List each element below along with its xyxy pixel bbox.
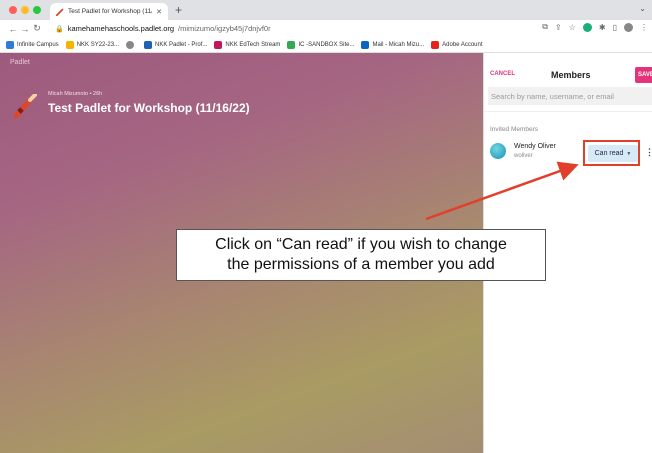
callout-line-2: the permissions of a member you add (227, 256, 495, 273)
callout-line-1: Click on “Can read” if you wish to chang… (215, 236, 507, 253)
annotation-callout: Click on “Can read” if you wish to chang… (176, 229, 546, 281)
annotation-arrow (425, 161, 579, 221)
